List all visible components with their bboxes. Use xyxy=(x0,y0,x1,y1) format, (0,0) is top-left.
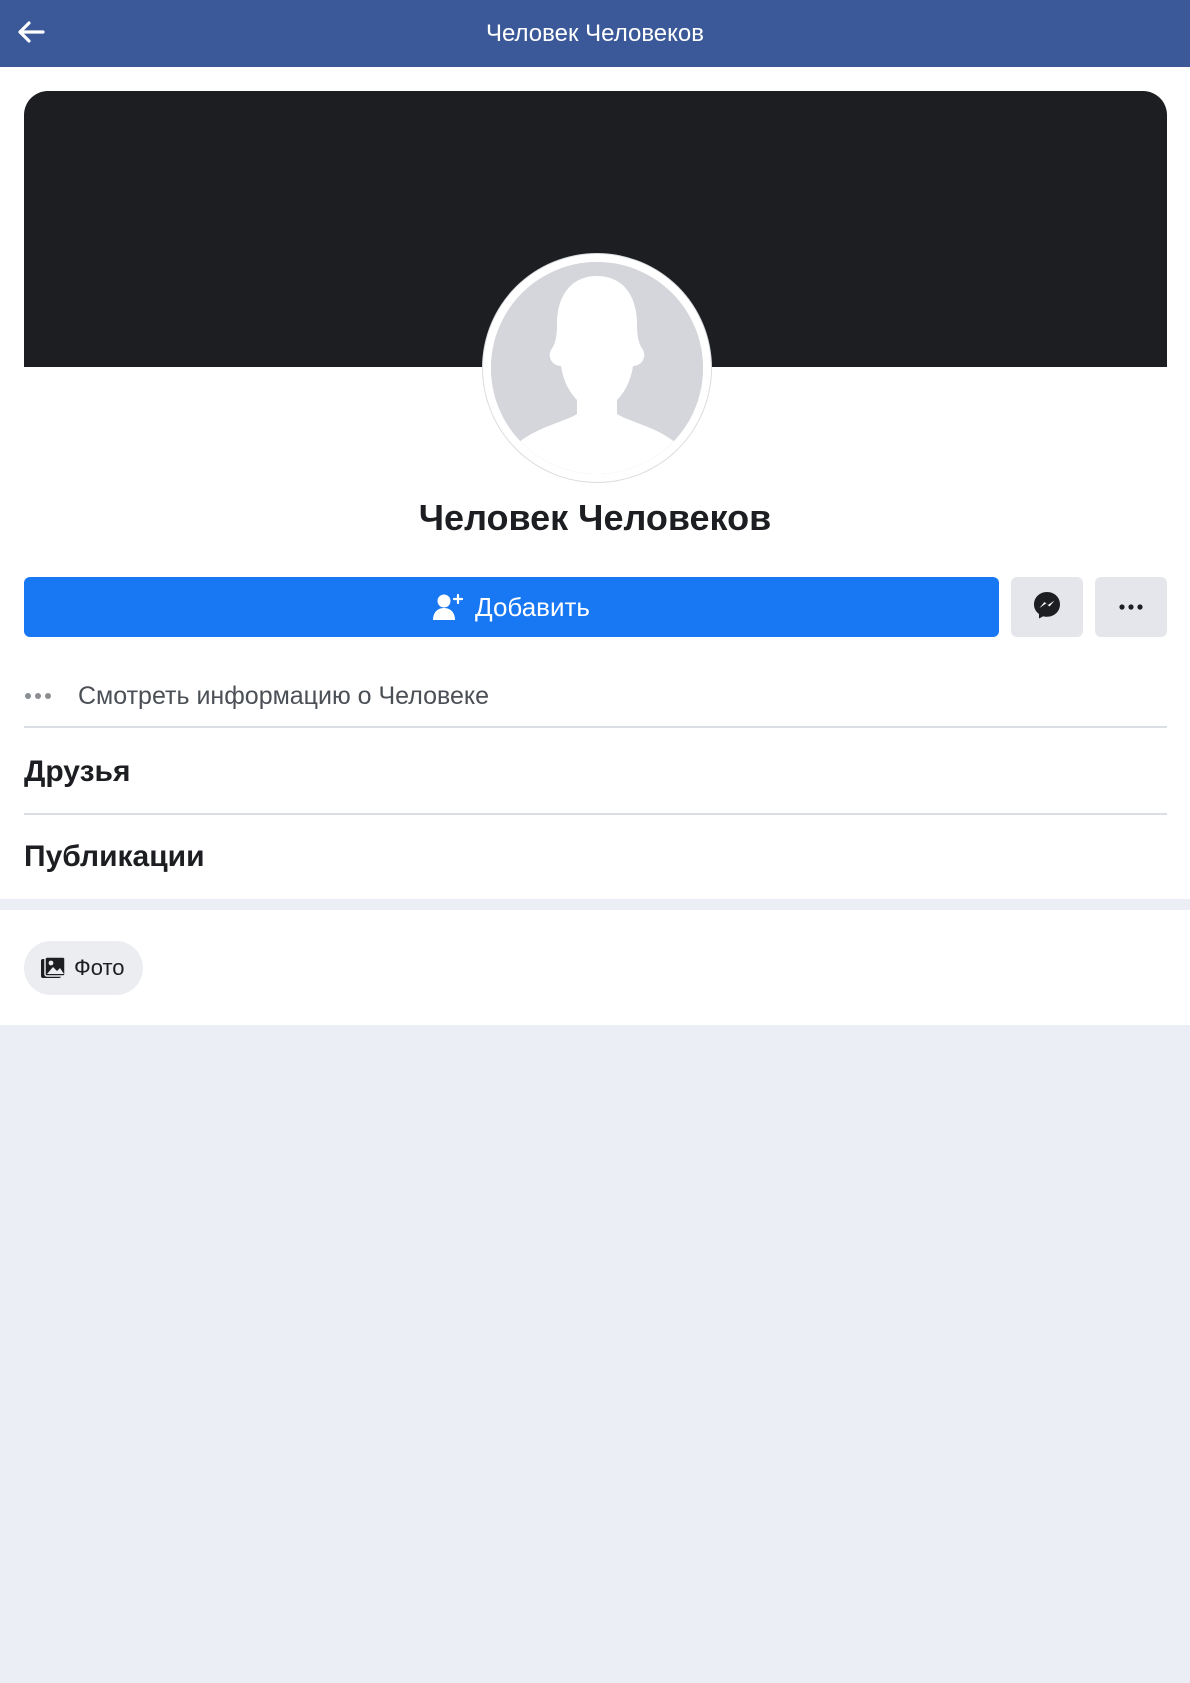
add-friend-icon xyxy=(433,593,464,621)
top-bar: Человек Человеков xyxy=(0,0,1190,67)
dots-icon xyxy=(24,692,54,700)
profile-section: Человек Человеков Добавить Смотреть инфо… xyxy=(0,67,1190,899)
add-friend-label: Добавить xyxy=(475,591,590,622)
see-info-link[interactable]: Смотреть информацию о Человеке xyxy=(24,666,1167,726)
more-options-button[interactable] xyxy=(1095,577,1167,637)
page-title: Человек Человеков xyxy=(485,19,705,47)
posts-filters: Фото xyxy=(0,910,1190,1025)
add-friend-button[interactable]: Добавить xyxy=(24,577,999,637)
messenger-icon xyxy=(1032,590,1062,625)
friends-heading[interactable]: Друзья xyxy=(24,755,130,789)
avatar[interactable] xyxy=(483,254,711,482)
divider xyxy=(24,813,1167,815)
default-avatar-icon xyxy=(491,262,703,474)
posts-heading[interactable]: Публикации xyxy=(24,840,205,874)
profile-name: Человек Человеков xyxy=(418,497,772,538)
divider xyxy=(24,726,1167,728)
more-options-icon xyxy=(1119,598,1143,616)
photos-filter-button[interactable]: Фото xyxy=(24,941,143,995)
see-info-label: Смотреть информацию о Человеке xyxy=(78,681,490,710)
message-button[interactable] xyxy=(1011,577,1083,637)
photos-filter-label: Фото xyxy=(74,955,125,980)
photos-icon xyxy=(40,956,66,980)
